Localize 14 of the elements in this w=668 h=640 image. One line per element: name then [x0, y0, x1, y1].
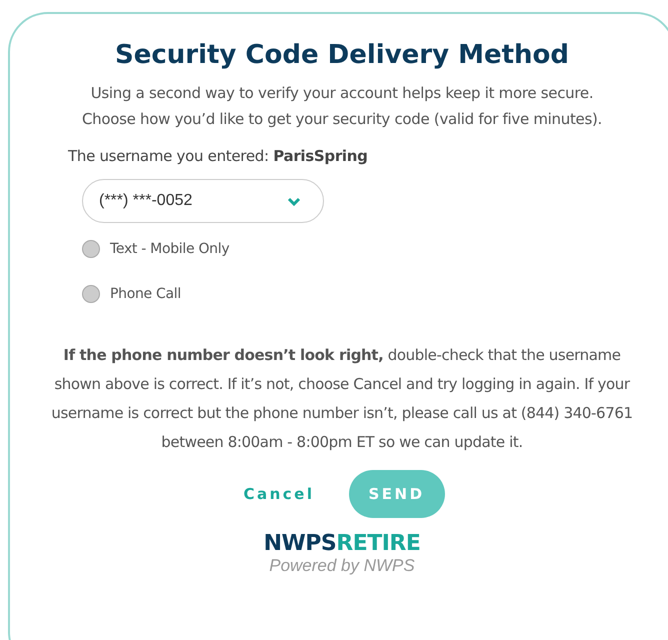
phone-dropdown[interactable]: (***) ***-0052: [82, 179, 324, 223]
radio-button[interactable]: [82, 285, 100, 303]
radio-label[interactable]: Phone Call: [110, 286, 181, 302]
radio-label[interactable]: Text - Mobile Only: [110, 241, 230, 257]
intro-text: Choose how you’d like to get your security code (valid for five minutes).: [82, 109, 602, 130]
chevron-down-icon: [287, 196, 301, 206]
logo-text: RETIRE: [336, 531, 420, 556]
radio-button[interactable]: [82, 240, 100, 258]
logo-tagline: Powered by NWPS: [269, 556, 415, 576]
notice-text: If the phone number doesn’t look right, double-check that the username shown above is correct. If it’s not, choose Cancel and try logging in again. If your username is correct but the phone number isn’t, please call us at (844) 340-6761 between 8:00am - 8:00pm ET so we can update it.: [50, 345, 634, 453]
intro-text: Using a second way to verify your account helps keep it more secure.: [90, 83, 594, 104]
logo-text: NWPS: [264, 531, 336, 556]
username-text: The username you entered: ParisSpring: [68, 147, 368, 165]
dialog-title: Security Code Delivery Method: [114, 40, 570, 70]
